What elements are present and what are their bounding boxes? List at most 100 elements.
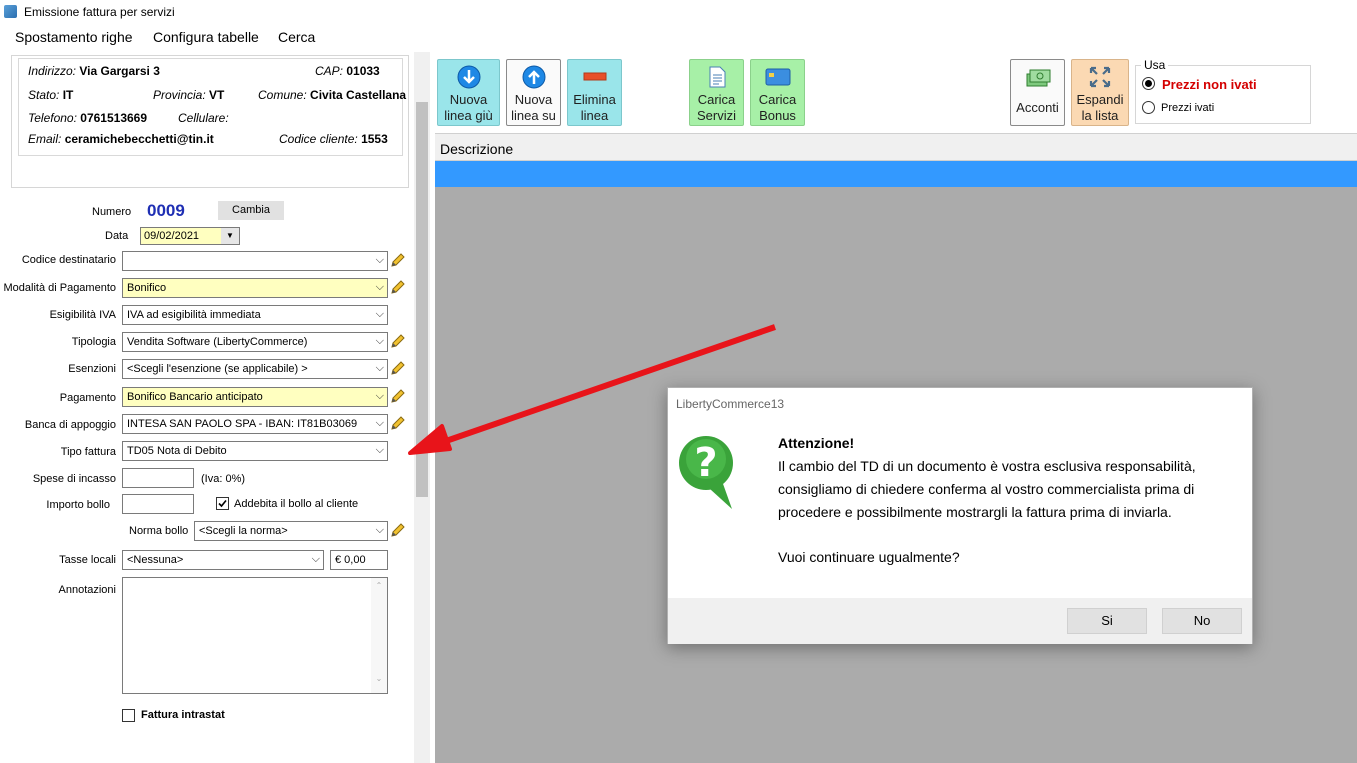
card-icon [765,68,790,86]
usa-group-title: Usa [1141,58,1169,72]
menu-configura-tabelle[interactable]: Configura tabelle [153,29,259,45]
radio-prezzi-ivati[interactable] [1142,101,1155,114]
chevron-down-icon: ⌵ [311,553,320,565]
carica-bonus-button[interactable]: Carica Bonus [750,59,805,126]
intrastat-checkbox[interactable] [122,709,135,722]
city-row: Comune: Civita Castellana [258,88,407,102]
date-value: 09/02/2021 [144,230,200,242]
arrow-down-icon [457,65,480,89]
esenzioni-select[interactable]: <Scegli l'esenzione (se applicabile) > ⌵ [122,359,388,379]
svg-text:?: ? [694,440,717,486]
annotazioni-textarea[interactable]: ⌃ ⌄ [122,577,388,694]
textarea-scrollbar[interactable]: ⌃ ⌄ [371,578,387,693]
scroll-down-icon[interactable]: ⌄ [371,674,387,683]
minus-icon [583,72,606,81]
tipologia-label: Tipologia [71,336,116,348]
cap-row: CAP: 01033 [315,64,380,78]
tasse-locali-value: <Nessuna> [127,554,184,566]
carica-bonus-label-1: Carica [758,92,797,107]
menu-bar: Spostamento righe Configura tabelle Cerc… [0,26,1357,50]
esigibilita-select[interactable]: IVA ad esigibilità immediata ⌵ [122,305,388,325]
document-icon [709,66,725,88]
tasse-locali-select[interactable]: <Nessuna> ⌵ [122,550,324,570]
checkmark-icon [218,499,227,508]
prezzi-non-ivati-label: Prezzi non ivati [1162,77,1257,92]
espandi-label-1: Espandi [1076,92,1124,107]
tipo-fattura-value: TD05 Nota di Debito [127,445,227,457]
dialog-line-3: procedere e possibilmente mostrargli la … [778,504,1172,520]
pencil-icon[interactable] [390,522,406,538]
calendar-dropdown-icon[interactable]: ▼ [221,228,239,244]
tasse-importo-input[interactable]: € 0,00 [330,550,388,570]
modalita-label: Modalità di Pagamento [3,282,116,294]
spese-incasso-input[interactable] [122,468,194,488]
invoice-number: 0009 [147,201,185,220]
dialog-line-2: consigliamo di chiedere conferma al vost… [778,481,1195,497]
banca-label: Banca di appoggio [24,419,116,431]
nuova-giu-label-1: Nuova [449,92,488,107]
elimina-linea-button[interactable]: Elimina linea [567,59,622,126]
grid-selected-row[interactable] [435,161,1357,187]
dialog-line-1: Il cambio del TD di un documento è vostr… [778,458,1196,474]
chevron-down-icon: ⌵ [375,281,384,293]
banca-select[interactable]: INTESA SAN PAOLO SPA - IBAN: IT81B03069 ⌵ [122,414,388,434]
modalita-value: Bonifico [127,282,167,294]
codice-destinatario-select[interactable]: ⌵ [122,251,388,271]
window-title: Emissione fattura per servizi [24,5,175,19]
intrastat-label: Fattura intrastat [141,709,225,721]
espandi-label-2: la lista [1081,108,1119,123]
annotazioni-label: Annotazioni [58,584,117,596]
addebita-bollo-checkbox[interactable] [216,497,229,510]
spese-iva-note: (Iva: 0%) [201,473,246,485]
yes-button[interactable]: Si [1067,608,1147,634]
state-row: Stato: IT [28,88,74,102]
menu-spostamento-righe[interactable]: Spostamento righe [15,29,133,45]
tipo-fattura-select[interactable]: TD05 Nota di Debito ⌵ [122,441,388,461]
grid-header-descrizione[interactable]: Descrizione [435,133,1357,161]
menu-cerca[interactable]: Cerca [278,29,315,45]
norma-bollo-label: Norma bollo [129,525,189,537]
app-icon [4,5,17,18]
usa-group [1135,65,1311,124]
no-button[interactable]: No [1162,608,1242,634]
esigibilita-value: IVA ad esigibilità immediata [127,309,261,321]
nuova-linea-giu-button[interactable]: Nuova linea giù [437,59,500,126]
cambia-button[interactable]: Cambia [218,201,284,220]
norma-bollo-value: <Scegli la norma> [199,525,288,537]
acconti-label: Acconti [1016,100,1059,115]
pencil-icon[interactable] [390,279,406,295]
pencil-icon[interactable] [390,252,406,268]
date-field[interactable]: 09/02/2021 ▼ [140,227,240,245]
address-row: Indirizzo: Via Gargarsi 3 [28,64,160,78]
nuova-linea-su-button[interactable]: Nuova linea su [506,59,561,126]
tipologia-value: Vendita Software (LibertyCommerce) [127,336,308,348]
modalita-select[interactable]: Bonifico ⌵ [122,278,388,298]
radio-prezzi-non-ivati[interactable] [1142,77,1155,90]
chevron-down-icon: ⌵ [375,524,384,536]
tipologia-select[interactable]: Vendita Software (LibertyCommerce) ⌵ [122,332,388,352]
numero-label: Numero [92,206,132,218]
pagamento-value: Bonifico Bancario anticipato [127,391,263,403]
radio-selected-dot [1145,80,1152,87]
importo-bollo-input[interactable] [122,494,194,514]
expand-icon [1089,66,1111,88]
espandi-lista-button[interactable]: Espandi la lista [1071,59,1129,126]
dialog-heading: Attenzione! [778,435,855,451]
confirm-dialog: LibertyCommerce13 ? Attenzione! Il cambi… [667,387,1253,644]
norma-bollo-select[interactable]: <Scegli la norma> ⌵ [194,521,388,541]
scroll-up-icon[interactable]: ⌃ [371,581,387,590]
dialog-title: LibertyCommerce13 [676,397,785,411]
banca-value: INTESA SAN PAOLO SPA - IBAN: IT81B03069 [127,418,358,430]
pagamento-select[interactable]: Bonifico Bancario anticipato ⌵ [122,387,388,407]
email-row: Email: ceramichebecchetti@tin.it [28,132,214,146]
carica-servizi-button[interactable]: Carica Servizi [689,59,744,126]
tasse-importo-value: € 0,00 [335,554,366,566]
acconti-button[interactable]: Acconti [1010,59,1065,126]
customer-code-row: Codice cliente: 1553 [279,132,388,146]
arrow-up-icon [522,65,545,89]
esenzioni-label: Esenzioni [68,363,116,375]
importo-bollo-label: Importo bollo [46,499,110,511]
tipo-fattura-label: Tipo fattura [60,446,116,458]
elimina-label-2: linea [580,108,609,123]
prezzi-ivati-label: Prezzi ivati [1161,102,1215,114]
